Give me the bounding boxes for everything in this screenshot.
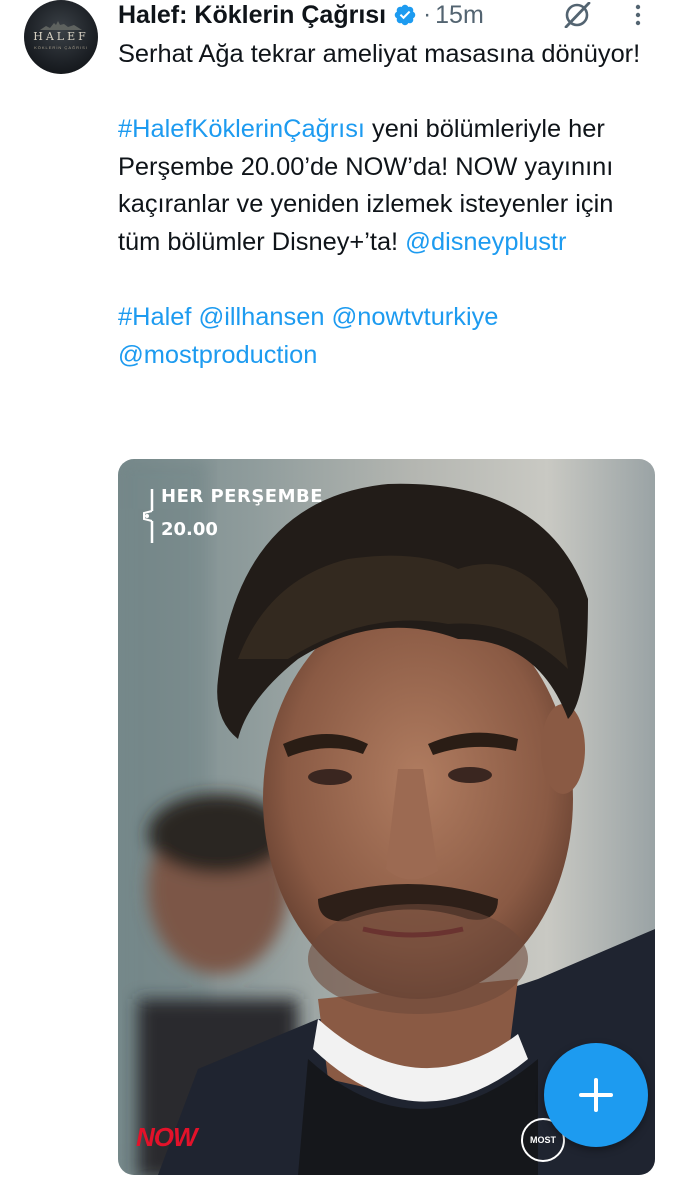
castle-icon	[40, 21, 82, 30]
now-channel-logo: NOW	[136, 1122, 198, 1152]
schedule-bracket-icon	[143, 489, 154, 543]
mention-link[interactable]: @disneyplustr	[405, 228, 566, 256]
tweet-header: Halef: Köklerin Çağrısı · 15m	[118, 0, 484, 30]
schedule-day-label: HER PERŞEMBE	[161, 486, 324, 507]
mention-link[interactable]: @illhansen	[198, 303, 324, 331]
avatar-logo-subtitle: KÖKLERİN ÇAĞRISI	[34, 45, 88, 50]
more-vertical-icon[interactable]	[628, 2, 648, 28]
avatar-logo-text: HALEF	[33, 30, 89, 43]
author-name[interactable]: Halef: Köklerin Çağrısı	[118, 1, 386, 30]
tweet-text-segment	[498, 303, 505, 331]
schedule-time-label: 20.00	[161, 519, 218, 540]
author-avatar[interactable]: HALEF KÖKLERİN ÇAĞRISI	[24, 0, 98, 74]
mention-link[interactable]: @nowtvturkiye	[332, 303, 499, 331]
tweet-text-segment: Serhat Ağa tekrar ameliyat masasına dönü…	[118, 40, 641, 68]
tweet-text: Serhat Ağa tekrar ameliyat masasına dönü…	[118, 36, 658, 374]
mention-link[interactable]: @mostproduction	[118, 341, 317, 369]
grok-icon[interactable]	[562, 2, 592, 28]
compose-button[interactable]	[544, 1043, 648, 1147]
hashtag-link[interactable]: #HalefKöklerinÇağrısı	[118, 115, 365, 143]
time-separator: ·	[423, 1, 432, 28]
verified-badge-icon	[394, 4, 416, 26]
tweet-time[interactable]: 15m	[435, 1, 484, 30]
tweet-text-segment	[324, 303, 331, 331]
hashtag-link[interactable]: #Halef	[118, 303, 191, 331]
